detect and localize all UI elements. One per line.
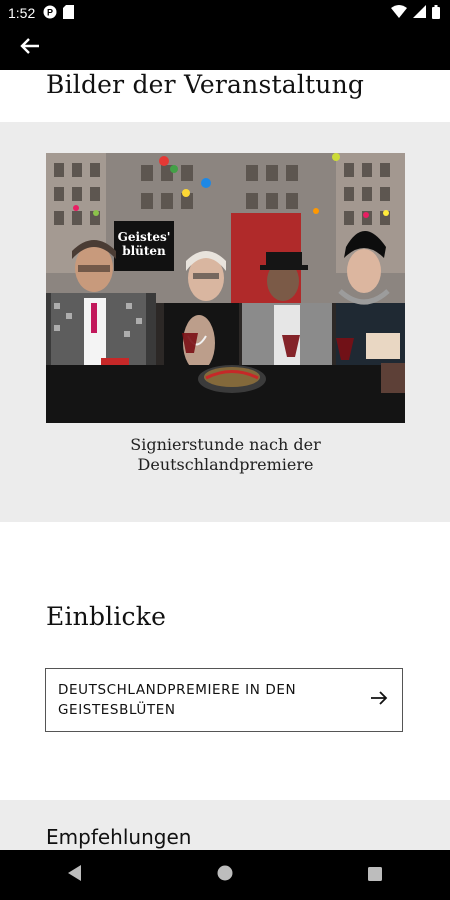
system-nav-bar [0,850,450,900]
insight-label-line1: DEUTSCHLANDPREMIERE IN DEN [58,682,297,698]
home-circle-icon [217,865,233,885]
battery-icon [432,4,440,22]
status-time: 1:52 [8,5,36,21]
sd-card-icon [63,4,75,22]
sign-text-line1: Geistes' [118,230,171,244]
insight-label-line2: GEISTESBLÜTEN [58,702,176,718]
app-bar [0,26,450,70]
nav-back-button[interactable] [55,855,95,895]
caption-line1: Signierstunde nach der [130,435,321,454]
insight-link-button[interactable]: DEUTSCHLANDPREMIERE IN DEN GEISTESBLÜTEN [45,668,403,732]
recents-square-icon [368,866,382,885]
gallery-title: Bilder der Veranstaltung [46,70,365,99]
svg-text:P: P [47,7,53,17]
nav-home-button[interactable] [205,855,245,895]
insights-title: Einblicke [46,602,167,631]
recommendations-title: Empfehlungen [46,825,192,849]
app-notification-icon: P [43,5,57,22]
back-button[interactable] [14,34,46,62]
wifi-icon [391,5,407,21]
caption-line2: Deutschlandpremiere [137,455,314,474]
content-scroll[interactable]: Bilder der Veranstaltung Geistes' blüten… [0,70,450,850]
status-bar: 1:52 P [0,0,450,26]
gallery-section: Geistes' blüten Signierstunde nach der D… [0,122,450,522]
sign-text-line2: blüten [122,244,166,258]
signal-icon [413,5,426,21]
back-triangle-icon [68,865,82,885]
photo-caption: Signierstunde nach der Deutschlandpremie… [46,435,405,475]
recommendations-section: Empfehlungen [0,800,450,850]
event-photo[interactable]: Geistes' blüten [46,153,405,423]
arrow-left-icon [20,37,40,59]
arrow-right-icon [370,690,388,710]
nav-recents-button[interactable] [355,855,395,895]
